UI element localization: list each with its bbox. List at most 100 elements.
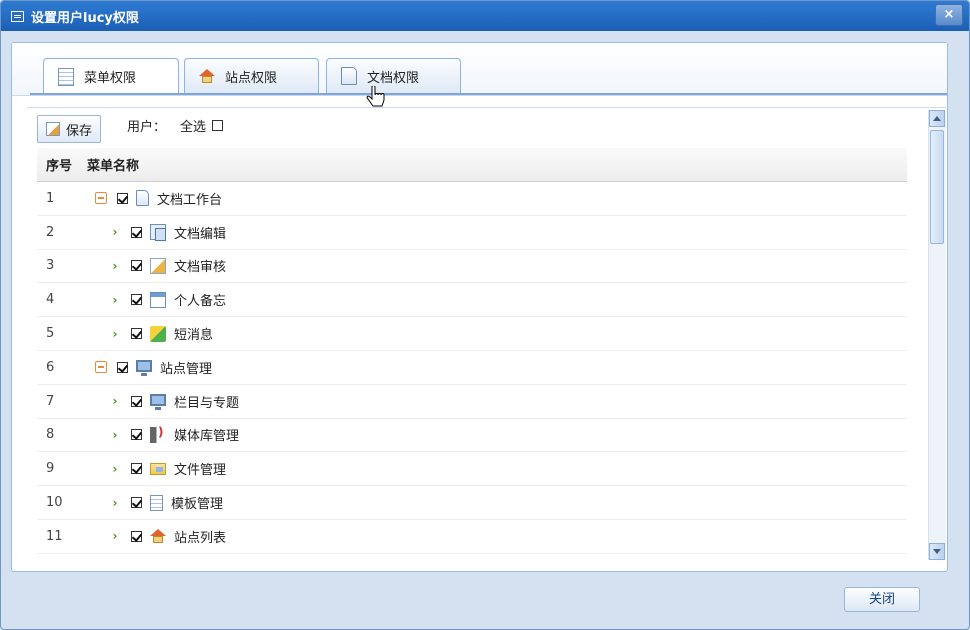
tab-label: 文档权限 xyxy=(367,70,420,86)
table-row[interactable]: 8 › 媒体库管理 xyxy=(37,419,907,453)
speaker-icon xyxy=(150,425,166,443)
tab-underline xyxy=(30,93,947,95)
row-checkbox[interactable] xyxy=(131,429,142,441)
menu-permissions-panel: 保存 用户： 全选 序号 菜单名称 1 文档工作台 2 › 文档编辑 3 › 文档审核 4 › 个人… xyxy=(27,107,946,563)
save-label: 保存 xyxy=(66,123,93,139)
expand-arrow-icon[interactable]: › xyxy=(109,428,121,442)
table-row[interactable]: 1 文档工作台 xyxy=(37,182,907,216)
close-button[interactable]: 关闭 xyxy=(844,587,920,612)
row-index: 3 xyxy=(46,258,55,274)
row-checkbox[interactable] xyxy=(117,361,128,373)
documents-icon xyxy=(150,224,166,242)
expand-arrow-icon[interactable]: › xyxy=(109,293,121,307)
table-row[interactable]: 3 › 文档审核 xyxy=(37,250,907,284)
row-index: 6 xyxy=(46,359,55,375)
document-icon xyxy=(341,67,357,85)
row-index: 11 xyxy=(46,528,63,544)
row-checkbox[interactable] xyxy=(131,226,142,238)
arrow-up-icon xyxy=(933,116,941,121)
row-checkbox[interactable] xyxy=(131,395,142,407)
menu-name: 站点管理 xyxy=(160,361,213,377)
grid-body: 1 文档工作台 2 › 文档编辑 3 › 文档审核 4 › 个人备忘 5 › 短消息 6 站点管理 7 › 栏目与专… xyxy=(37,182,907,554)
row-index: 9 xyxy=(46,461,55,477)
menu-name: 媒体库管理 xyxy=(174,429,240,445)
table-row[interactable]: 7 › 栏目与专题 xyxy=(37,385,907,419)
tree-node: › 模板管理 xyxy=(87,493,223,512)
expand-arrow-icon[interactable]: › xyxy=(109,529,121,543)
expand-arrow-icon[interactable]: › xyxy=(109,496,121,510)
row-index: 5 xyxy=(46,326,55,342)
select-all-checkbox[interactable] xyxy=(212,119,224,131)
table-row[interactable]: 2 › 文档编辑 xyxy=(37,216,907,250)
tree-node: › 栏目与专题 xyxy=(87,392,239,411)
row-checkbox[interactable] xyxy=(131,497,142,509)
select-all-label: 全选 xyxy=(180,119,207,135)
table-icon xyxy=(150,494,163,511)
expand-arrow-icon[interactable]: › xyxy=(109,327,121,341)
scroll-thumb[interactable] xyxy=(930,130,944,244)
monitor-icon xyxy=(150,394,166,411)
scroll-down-button[interactable] xyxy=(929,543,945,560)
row-checkbox[interactable] xyxy=(117,192,128,204)
expand-arrow-icon[interactable]: › xyxy=(109,259,121,273)
row-index: 4 xyxy=(46,292,55,308)
window-icon xyxy=(11,10,24,22)
menu-name: 文档工作台 xyxy=(157,192,223,208)
collapse-icon[interactable] xyxy=(95,192,107,205)
tab-menu-permissions[interactable]: 菜单权限 xyxy=(43,58,179,94)
table-row[interactable]: 6 站点管理 xyxy=(37,351,907,385)
table-row[interactable]: 11 › 站点列表 xyxy=(37,520,907,554)
collapse-icon[interactable] xyxy=(95,361,107,374)
document-icon xyxy=(136,190,149,207)
table-row[interactable]: 10 › 模板管理 xyxy=(37,486,907,520)
header-index: 序号 xyxy=(46,159,73,174)
expand-arrow-icon[interactable]: › xyxy=(109,462,121,476)
row-checkbox[interactable] xyxy=(131,328,142,340)
row-index: 2 xyxy=(46,224,55,240)
dialog-body: 菜单权限 站点权限 文档权限 保存 用户： 全选 序号 菜单名称 1 文档工作台… xyxy=(11,42,948,572)
menu-name: 文件管理 xyxy=(174,463,227,479)
user-label: 用户： xyxy=(127,119,167,135)
tab-label: 站点权限 xyxy=(225,70,278,86)
tree-node: › 文件管理 xyxy=(87,459,227,479)
house-icon xyxy=(150,529,166,544)
expand-arrow-icon[interactable]: › xyxy=(109,225,121,239)
tree-node: › 文档审核 xyxy=(87,256,226,275)
tab-label: 菜单权限 xyxy=(84,71,137,86)
tree-node: › 媒体库管理 xyxy=(87,425,240,445)
folder-icon xyxy=(150,462,166,475)
tree-node: › 个人备忘 xyxy=(87,290,226,309)
toolbar: 保存 用户： 全选 xyxy=(27,108,946,144)
tab-site-permissions[interactable]: 站点权限 xyxy=(184,58,319,93)
save-icon xyxy=(46,122,60,136)
dialog-title: 设置用户lucy权限 xyxy=(31,10,139,26)
close-icon[interactable]: × xyxy=(935,4,963,26)
row-checkbox[interactable] xyxy=(131,530,142,542)
menu-grid: 序号 菜单名称 1 文档工作台 2 › 文档编辑 3 › 文档审核 4 › 个人备忘 5 › 短消息 6 站点… xyxy=(37,148,907,563)
tree-node: › 短消息 xyxy=(87,324,213,343)
scroll-up-button[interactable] xyxy=(929,110,945,127)
menu-name: 模板管理 xyxy=(171,497,224,513)
row-checkbox[interactable] xyxy=(131,294,142,306)
menu-name: 文档编辑 xyxy=(174,226,227,242)
save-button[interactable]: 保存 xyxy=(37,115,102,143)
menu-name: 个人备忘 xyxy=(174,294,227,310)
menu-name: 栏目与专题 xyxy=(174,395,240,411)
menu-name: 站点列表 xyxy=(174,530,227,546)
dialog-titlebar: 设置用户lucy权限 × xyxy=(1,1,969,31)
tree-node: › 文档编辑 xyxy=(87,223,226,242)
expand-arrow-icon[interactable]: › xyxy=(109,394,121,408)
menu-name: 文档审核 xyxy=(174,260,227,276)
edit-icon xyxy=(150,257,166,274)
tree-node: 文档工作台 xyxy=(87,189,222,208)
table-row[interactable]: 5 › 短消息 xyxy=(37,317,907,351)
table-row[interactable]: 9 › 文件管理 xyxy=(37,452,907,487)
tab-document-permissions[interactable]: 文档权限 xyxy=(326,58,461,93)
calendar-icon xyxy=(150,291,166,308)
message-icon xyxy=(150,325,166,342)
row-checkbox[interactable] xyxy=(131,260,142,272)
monitor-icon xyxy=(136,360,152,377)
table-row[interactable]: 4 › 个人备忘 xyxy=(37,283,907,318)
row-checkbox[interactable] xyxy=(131,463,142,475)
vertical-scrollbar[interactable] xyxy=(928,110,946,560)
